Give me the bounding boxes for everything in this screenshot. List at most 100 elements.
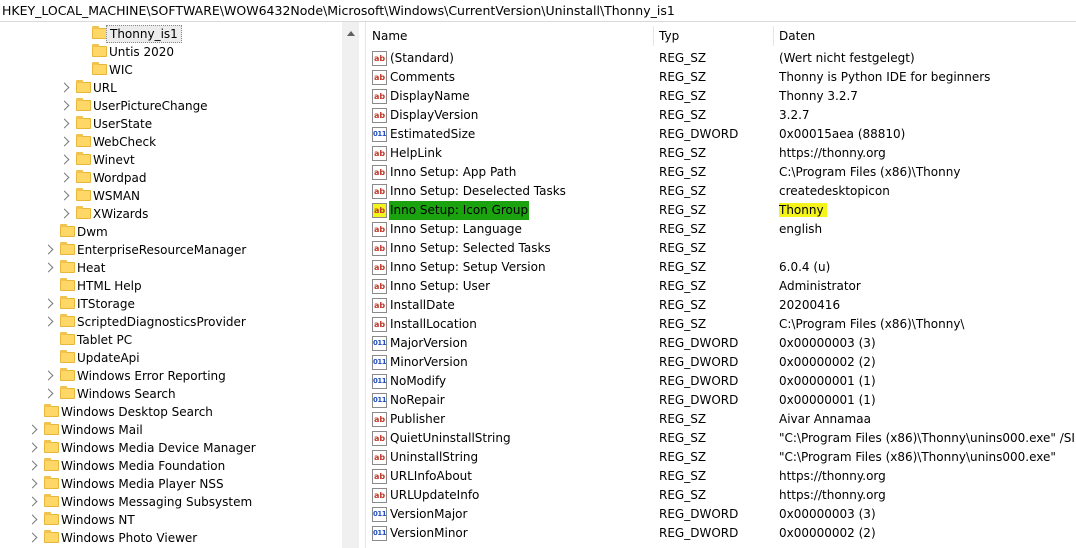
tree-item-label: Windows Mail	[61, 423, 143, 437]
chevron-right-icon[interactable]	[43, 370, 54, 381]
registry-value-row[interactable]: ab Inno Setup: App Path REG_SZ C:\Program F…	[366, 163, 1076, 182]
chevron-right-icon[interactable]	[43, 316, 54, 327]
registry-value-row[interactable]: 011 MinorVersion REG_DWORD 0x00000002 (2)	[366, 353, 1076, 372]
tree-item[interactable]: Windows Media Player NSS	[0, 475, 342, 493]
chevron-right-icon[interactable]	[43, 298, 54, 309]
chevron-right-icon[interactable]	[27, 460, 38, 471]
registry-value-row[interactable]: 011 NoModify REG_DWORD 0x00000001 (1)	[366, 372, 1076, 391]
pane-splitter[interactable]	[359, 22, 366, 548]
chevron-right-icon[interactable]	[27, 532, 38, 543]
tree-item[interactable]: Thonny_is1	[0, 25, 342, 43]
chevron-right-icon[interactable]	[27, 496, 38, 507]
folder-icon	[76, 152, 91, 165]
registry-value-row[interactable]: 011 MajorVersion REG_DWORD 0x00000003 (3)	[366, 334, 1076, 353]
value-type: REG_SZ	[659, 146, 707, 160]
value-type: REG_SZ	[659, 412, 707, 426]
registry-value-row[interactable]: 011 EstimatedSize REG_DWORD 0x00015aea (888…	[366, 125, 1076, 144]
registry-value-row[interactable]: ab Inno Setup: User REG_SZ Administrator	[366, 277, 1076, 296]
registry-value-row[interactable]: ab Inno Setup: Selected Tasks REG_SZ	[366, 239, 1076, 258]
tree-item[interactable]: Windows Photo Viewer	[0, 529, 342, 547]
tree-item[interactable]: Windows Media Foundation	[0, 457, 342, 475]
tree-item[interactable]: Windows Search	[0, 385, 342, 403]
registry-value-row[interactable]: ab UninstallString REG_SZ "C:\Program Files…	[366, 448, 1076, 467]
tree-item[interactable]: WSMAN	[0, 187, 342, 205]
registry-value-row[interactable]: ab URLInfoAbout REG_SZ https://thonny.org	[366, 467, 1076, 486]
registry-value-row[interactable]: ab DisplayName REG_SZ Thonny 3.2.7	[366, 87, 1076, 106]
chevron-right-icon[interactable]	[59, 172, 70, 183]
chevron-right-icon[interactable]	[27, 514, 38, 525]
value-data: Thonny 3.2.7	[779, 89, 858, 103]
registry-value-row[interactable]: ab Inno Setup: Setup Version REG_SZ 6.0.4 (…	[366, 258, 1076, 277]
registry-value-row[interactable]: ab Publisher REG_SZ Aivar Annamaa	[366, 410, 1076, 429]
chevron-right-icon[interactable]	[59, 190, 70, 201]
chevron-right-icon[interactable]	[27, 478, 38, 489]
tree-item[interactable]: Wordpad	[0, 169, 342, 187]
chevron-right-icon[interactable]	[59, 82, 70, 93]
tree-item[interactable]: ScriptedDiagnosticsProvider	[0, 313, 342, 331]
chevron-right-icon[interactable]	[27, 442, 38, 453]
tree-item[interactable]: Winevt	[0, 151, 342, 169]
tree-item[interactable]: UpdateApi	[0, 349, 342, 367]
tree-item[interactable]: UserState	[0, 115, 342, 133]
value-data-cell: C:\Program Files (x86)\Thonny\	[779, 315, 1076, 334]
tree-item[interactable]: Windows Error Reporting	[0, 367, 342, 385]
registry-values-list[interactable]: Name Typ Daten ab (Standard) REG_SZ (Wert n…	[366, 22, 1076, 548]
tree-item[interactable]: Windows Messaging Subsystem	[0, 493, 342, 511]
chevron-right-icon[interactable]	[43, 388, 54, 399]
tree-item[interactable]: WebCheck	[0, 133, 342, 151]
folder-icon	[60, 260, 75, 273]
column-header-type[interactable]: Typ	[653, 22, 773, 49]
registry-value-row[interactable]: ab HelpLink REG_SZ https://thonny.org	[366, 144, 1076, 163]
registry-value-row[interactable]: ab QuietUninstallString REG_SZ "C:\Program …	[366, 429, 1076, 448]
registry-value-row[interactable]: ab Inno Setup: Icon Group REG_SZ Thonny	[366, 201, 1076, 220]
registry-value-row[interactable]: 011 VersionMinor REG_DWORD 0x00000002 (2)	[366, 524, 1076, 543]
registry-value-row[interactable]: ab InstallDate REG_SZ 20200416	[366, 296, 1076, 315]
registry-value-row[interactable]: ab Comments REG_SZ Thonny is Python IDE for…	[366, 68, 1076, 87]
registry-value-row[interactable]: ab URLUpdateInfo REG_SZ https://thonny.org	[366, 486, 1076, 505]
tree-item[interactable]: Heat	[0, 259, 342, 277]
value-data-cell: C:\Program Files (x86)\Thonny	[779, 163, 1076, 182]
column-header-name[interactable]: Name	[366, 22, 653, 49]
tree-item[interactable]: EnterpriseResourceManager	[0, 241, 342, 259]
tree-item[interactable]: XWizards	[0, 205, 342, 223]
chevron-right-icon[interactable]	[43, 244, 54, 255]
tree-item[interactable]: UserPictureChange	[0, 97, 342, 115]
folder-icon	[92, 62, 107, 75]
tree-item-label: ITStorage	[77, 297, 135, 311]
folder-icon	[76, 188, 91, 201]
tree-item[interactable]: WIC	[0, 61, 342, 79]
tree-item[interactable]: Windows Desktop Search	[0, 403, 342, 421]
tree-item[interactable]: ITStorage	[0, 295, 342, 313]
tree-item[interactable]: HTML Help	[0, 277, 342, 295]
tree-item[interactable]: Windows NT	[0, 511, 342, 529]
column-header-data[interactable]: Daten	[773, 22, 1076, 49]
tree-item[interactable]: URL	[0, 79, 342, 97]
registry-value-row[interactable]: ab (Standard) REG_SZ (Wert nicht festgelegt…	[366, 49, 1076, 68]
address-bar[interactable]: HKEY_LOCAL_MACHINE\SOFTWARE\WOW6432Node\…	[0, 0, 1076, 22]
tree-item[interactable]: Windows Media Device Manager	[0, 439, 342, 457]
registry-value-row[interactable]: ab Inno Setup: Deselected Tasks REG_SZ crea…	[366, 182, 1076, 201]
chevron-right-icon[interactable]	[59, 100, 70, 111]
value-name: VersionMinor	[390, 526, 468, 540]
chevron-right-icon[interactable]	[27, 424, 38, 435]
registry-value-row[interactable]: 011 NoRepair REG_DWORD 0x00000001 (1)	[366, 391, 1076, 410]
folder-icon	[60, 224, 75, 237]
scroll-up-icon[interactable]	[347, 31, 355, 36]
registry-value-row[interactable]: 011 VersionMajor REG_DWORD 0x00000003 (3)	[366, 505, 1076, 524]
chevron-right-icon[interactable]	[59, 136, 70, 147]
tree-item[interactable]: Untis 2020	[0, 43, 342, 61]
tree-item-label: WIC	[109, 63, 133, 77]
chevron-right-icon[interactable]	[43, 262, 54, 273]
tree-item[interactable]: Windows Mail	[0, 421, 342, 439]
chevron-right-icon[interactable]	[59, 208, 70, 219]
registry-key-tree[interactable]: Thonny_is1 Untis 2020 WIC URL UserPictureCha…	[0, 22, 342, 548]
tree-scrollbar[interactable]	[342, 22, 359, 548]
registry-value-row[interactable]: ab Inno Setup: Language REG_SZ english	[366, 220, 1076, 239]
chevron-right-icon[interactable]	[59, 154, 70, 165]
registry-value-row[interactable]: ab DisplayVersion REG_SZ 3.2.7	[366, 106, 1076, 125]
tree-item[interactable]: Tablet PC	[0, 331, 342, 349]
value-data-cell: "C:\Program Files (x86)\Thonny\unins000.…	[779, 429, 1076, 448]
chevron-right-icon[interactable]	[59, 118, 70, 129]
registry-value-row[interactable]: ab InstallLocation REG_SZ C:\Program Files …	[366, 315, 1076, 334]
tree-item[interactable]: Dwm	[0, 223, 342, 241]
